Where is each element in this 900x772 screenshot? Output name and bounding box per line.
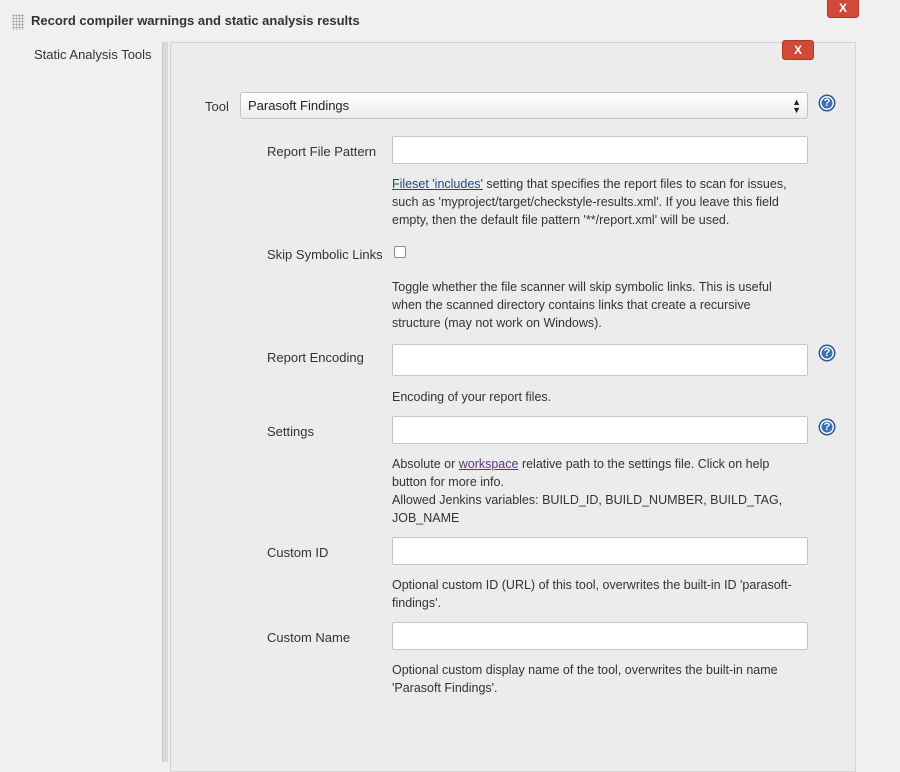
select-arrows-icon: ▲ ▼ xyxy=(792,97,801,115)
skip-symbolic-links-checkbox[interactable] xyxy=(394,246,406,258)
desc-text: JOB_NAME xyxy=(392,511,460,525)
report-file-pattern-input[interactable] xyxy=(392,136,808,164)
report-encoding-description: Encoding of your report files. xyxy=(392,390,552,404)
fileset-includes-link[interactable]: Fileset 'includes' xyxy=(392,177,483,191)
report-file-pattern-description: Fileset 'includes' setting that specifie… xyxy=(392,175,812,229)
settings-description: Absolute or workspace relative path to t… xyxy=(392,455,812,527)
desc-text: Optional custom display name of the tool… xyxy=(392,663,778,677)
desc-text: Optional custom ID (URL) of this tool, o… xyxy=(392,578,792,592)
desc-text: empty, then the default file pattern '**… xyxy=(392,213,730,227)
desc-text: such as 'myproject/target/checkstyle-res… xyxy=(392,195,779,209)
custom-name-description: Optional custom display name of the tool… xyxy=(392,661,812,697)
desc-text: setting that specifies the report files … xyxy=(482,177,787,191)
report-encoding-help-icon[interactable]: ? xyxy=(819,345,835,361)
workspace-link[interactable]: workspace xyxy=(459,457,519,471)
settings-help-icon[interactable]: ? xyxy=(819,419,835,435)
section-title: Record compiler warnings and static anal… xyxy=(31,13,360,28)
tool-label: Tool xyxy=(205,99,229,114)
custom-id-description: Optional custom ID (URL) of this tool, o… xyxy=(392,576,812,612)
static-analysis-tools-label: Static Analysis Tools xyxy=(34,47,152,62)
desc-text: button for more info. xyxy=(392,475,504,489)
desc-text: Allowed Jenkins variables: BUILD_ID, BUI… xyxy=(392,493,783,507)
skip-symbolic-links-label: Skip Symbolic Links xyxy=(267,247,383,262)
skip-symbolic-links-description: Toggle whether the file scanner will ski… xyxy=(392,278,812,332)
desc-text: when the scanned directory contains link… xyxy=(392,298,751,312)
settings-label: Settings xyxy=(267,424,314,439)
custom-id-label: Custom ID xyxy=(267,545,329,560)
report-file-pattern-label: Report File Pattern xyxy=(267,144,377,159)
desc-text: relative path to the settings file. Clic… xyxy=(518,457,770,471)
custom-name-input[interactable] xyxy=(392,622,808,650)
tool-help-icon[interactable]: ? xyxy=(819,95,835,111)
tool-select-value: Parasoft Findings xyxy=(248,98,350,113)
desc-text: Absolute or xyxy=(392,457,459,471)
desc-text: Toggle whether the file scanner will ski… xyxy=(392,280,772,294)
desc-text: structure (may not work on Windows). xyxy=(392,316,602,330)
desc-text: findings'. xyxy=(392,596,441,610)
section-divider xyxy=(162,42,168,762)
settings-input[interactable] xyxy=(392,416,808,444)
delete-section-button[interactable]: X xyxy=(827,0,859,18)
delete-tool-button[interactable]: X xyxy=(782,40,814,60)
desc-text: 'Parasoft Findings'. xyxy=(392,681,498,695)
report-encoding-label: Report Encoding xyxy=(267,350,364,365)
drag-handle-icon[interactable] xyxy=(12,14,24,30)
report-encoding-input[interactable] xyxy=(392,344,808,376)
custom-name-label: Custom Name xyxy=(267,630,351,645)
tool-select[interactable]: Parasoft Findings ▲ ▼ xyxy=(240,92,808,119)
custom-id-input[interactable] xyxy=(392,537,808,565)
